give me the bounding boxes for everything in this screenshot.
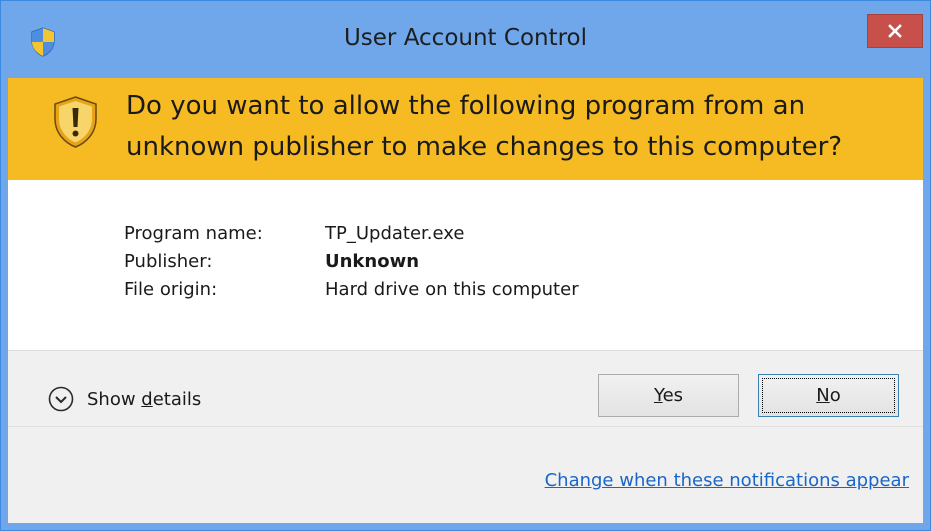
chevron-down-icon [48,386,74,412]
info-row-file-origin: File origin: Hard drive on this computer [124,279,579,307]
window-title: User Account Control [343,25,588,51]
no-button[interactable]: No [758,374,899,417]
yes-label: Yes [653,385,684,406]
program-name-label: Program name: [124,223,263,244]
shield-warning-icon [54,96,97,148]
prompt-message: Do you want to allow the following progr… [126,91,843,162]
change-notifications-link[interactable]: Change when these notifications appear [545,470,909,491]
show-details-label: Show details [87,388,202,410]
file-origin-value: Hard drive on this computer [325,279,579,300]
program-info: Program name: TP_Updater.exe Publisher: … [8,180,923,350]
dialog-footer: Show details Yes No Change when these no… [8,351,923,523]
close-icon [888,24,902,38]
program-name-value: TP_Updater.exe [325,223,465,244]
file-origin-label: File origin: [124,279,218,300]
show-details-toggle[interactable]: Show details [48,386,201,412]
publisher-label: Publisher: [124,251,213,272]
yes-button[interactable]: Yes [598,374,739,417]
prompt-banner: Do you want to allow the following progr… [8,78,923,180]
info-row-publisher: Publisher: Unknown [124,251,579,279]
close-button[interactable] [867,14,923,48]
program-info-table: Program name: TP_Updater.exe Publisher: … [124,223,579,307]
footer-divider [8,426,923,427]
uac-dialog: User Account Control Do you want to allo… [0,0,931,531]
title-bar: User Account Control [1,1,930,78]
focus-outline [762,378,895,413]
window-bottom-border [1,523,930,530]
info-row-program-name: Program name: TP_Updater.exe [124,223,579,251]
publisher-value: Unknown [325,251,420,272]
